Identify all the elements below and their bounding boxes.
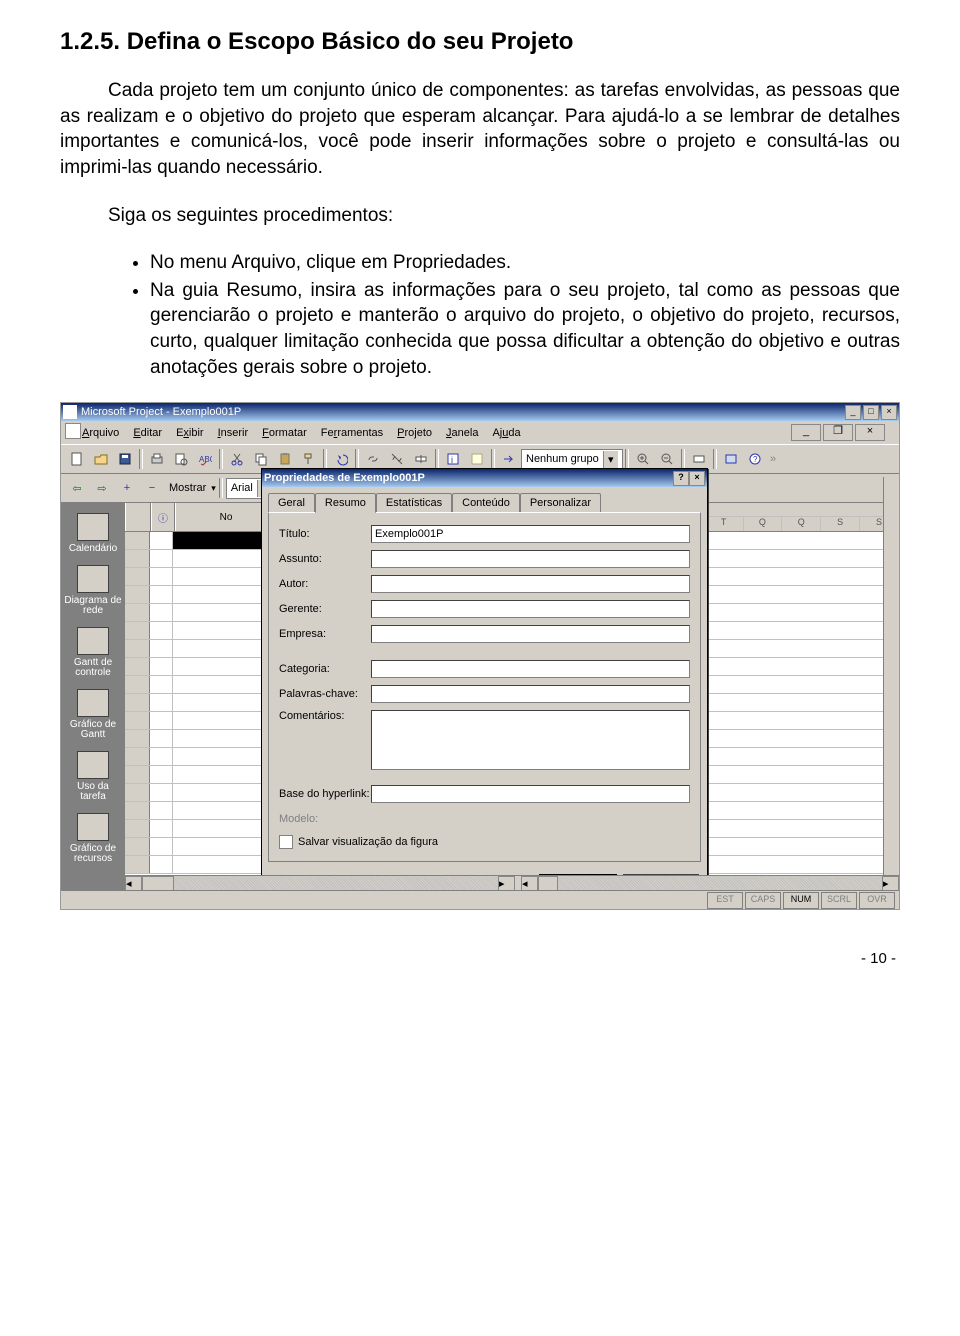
app-title: Microsoft Project - Exemplo001P <box>81 406 845 418</box>
input-empresa[interactable] <box>371 625 690 643</box>
label-assunto: Assunto: <box>279 553 371 565</box>
bullet-2: Na guia Resumo, insira as informações pa… <box>150 278 900 381</box>
label-empresa: Empresa: <box>279 628 371 640</box>
show-subtasks-icon[interactable]: + <box>115 477 139 500</box>
input-comentarios[interactable] <box>371 710 690 770</box>
dialog-title: Propriedades de Exemplo001P <box>264 472 425 484</box>
input-modelo <box>371 810 690 828</box>
view-ganttcontrole[interactable]: Gantt de controle <box>64 623 122 683</box>
help-icon[interactable]: ? <box>743 448 767 471</box>
paragraph-intro: Cada projeto tem um conjunto único de co… <box>60 78 900 181</box>
input-assunto[interactable] <box>371 550 690 568</box>
menu-ajuda[interactable]: Ajuda <box>485 426 527 440</box>
maximize-button[interactable]: □ <box>863 405 879 420</box>
tab-geral[interactable]: Geral <box>268 493 315 512</box>
app-icon <box>63 405 77 419</box>
label-autor: Autor: <box>279 578 371 590</box>
doc-minimize-button[interactable]: _ <box>791 424 821 441</box>
view-diagrama[interactable]: Diagrama de rede <box>64 561 122 621</box>
bullet-1: No menu Arquivo, clique em Propriedades. <box>150 250 900 276</box>
section-heading: 1.2.5. Defina o Escopo Básico do seu Pro… <box>60 28 900 56</box>
page-number: - 10 - <box>60 950 900 967</box>
doc-close-button[interactable]: × <box>855 424 885 441</box>
label-gerente: Gerente: <box>279 603 371 615</box>
tab-personalizar[interactable]: Personalizar <box>520 493 601 512</box>
label-modelo: Modelo: <box>279 813 371 825</box>
tab-resumo[interactable]: Resumo <box>315 493 376 513</box>
dialog-tabs: Geral Resumo Estatísticas Conteúdo Perso… <box>262 487 707 512</box>
vertical-scrollbar[interactable] <box>883 477 899 876</box>
dialog-close-button[interactable]: × <box>689 471 705 486</box>
label-categoria: Categoria: <box>279 663 371 675</box>
status-ovr: OVR <box>859 892 895 909</box>
close-button[interactable]: × <box>881 405 897 420</box>
input-categoria[interactable] <box>371 660 690 678</box>
menu-janela[interactable]: Janela <box>439 426 485 440</box>
screenshot-msproject: Microsoft Project - Exemplo001P _ □ × Ar… <box>60 402 900 910</box>
spellcheck-icon[interactable]: ABC <box>193 448 217 471</box>
status-scrl: SCRL <box>821 892 857 909</box>
outdent-left-icon[interactable]: ⇦ <box>65 477 89 500</box>
view-calendario[interactable]: Calendário <box>64 509 122 559</box>
checkbox-salvar[interactable]: Salvar visualização da figura <box>279 835 690 849</box>
copy-picture-icon[interactable] <box>719 448 743 471</box>
horizontal-scrollbar[interactable]: ◂▸ ◂▸ <box>125 875 899 891</box>
svg-text:?: ? <box>753 455 758 464</box>
dialog-titlebar: Propriedades de Exemplo001P ? × <box>262 469 707 487</box>
menu-exibir[interactable]: Exibir <box>169 426 211 440</box>
label-hyperlink: Base do hyperlink: <box>279 788 371 800</box>
save-icon[interactable] <box>113 448 137 471</box>
menu-bar: Arquivo Editar Exibir Inserir Formatar F… <box>61 421 899 444</box>
print-icon[interactable] <box>145 448 169 471</box>
indicator-icon: ⓘ <box>158 510 168 525</box>
show-label: Mostrar <box>165 482 210 494</box>
chevron-down-icon: ▾ <box>603 451 618 468</box>
document-icon <box>65 423 81 439</box>
preview-icon[interactable] <box>169 448 193 471</box>
group-combo-value: Nenhum grupo <box>526 453 599 465</box>
toolbar-overflow-icon[interactable]: » <box>770 453 776 465</box>
status-num: NUM <box>783 892 819 909</box>
tab-estatisticas[interactable]: Estatísticas <box>376 493 452 512</box>
indent-right-icon[interactable]: ⇨ <box>90 477 114 500</box>
menu-inserir[interactable]: Inserir <box>211 426 256 440</box>
input-hyperlink[interactable] <box>371 785 690 803</box>
paragraph-steps: Siga os seguintes procedimentos: <box>60 203 900 229</box>
menu-formatar[interactable]: Formatar <box>255 426 314 440</box>
svg-text:i: i <box>451 455 453 465</box>
hide-subtasks-icon[interactable]: − <box>140 477 164 500</box>
menu-projeto[interactable]: Projeto <box>390 426 439 440</box>
input-gerente[interactable] <box>371 600 690 618</box>
view-recursos[interactable]: Gráfico de recursos <box>64 809 122 869</box>
menu-arquivo[interactable]: Arquivo <box>75 426 126 440</box>
input-palavras[interactable] <box>371 685 690 703</box>
dialog-help-button[interactable]: ? <box>673 471 689 486</box>
open-icon[interactable] <box>89 448 113 471</box>
tab-conteudo[interactable]: Conteúdo <box>452 493 520 512</box>
status-caps: CAPS <box>745 892 781 909</box>
minimize-button[interactable]: _ <box>845 405 861 420</box>
label-comentarios: Comentários: <box>279 710 371 722</box>
doc-restore-button[interactable]: ❐ <box>823 424 853 441</box>
input-autor[interactable] <box>371 575 690 593</box>
status-est: EST <box>707 892 743 909</box>
app-titlebar: Microsoft Project - Exemplo001P _ □ × <box>61 403 899 421</box>
view-gantt[interactable]: Gráfico de Gantt <box>64 685 122 745</box>
properties-dialog: Propriedades de Exemplo001P ? × Geral Re… <box>261 468 708 909</box>
menu-ferramentas[interactable]: Ferramentas <box>314 426 390 440</box>
view-usotarefa[interactable]: Uso da tarefa <box>64 747 122 807</box>
view-bar: Calendário Diagrama de rede Gantt de con… <box>61 503 125 903</box>
menu-editar[interactable]: Editar <box>126 426 169 440</box>
chevron-down-icon[interactable]: ▾ <box>211 483 216 494</box>
input-titulo[interactable] <box>371 525 690 543</box>
status-bar: EST CAPS NUM SCRL OVR <box>61 890 899 909</box>
label-palavras: Palavras-chave: <box>279 688 371 700</box>
label-titulo: Título: <box>279 528 371 540</box>
group-combo[interactable]: Nenhum grupo ▾ <box>521 449 623 470</box>
cut-icon[interactable] <box>225 448 249 471</box>
new-icon[interactable] <box>65 448 89 471</box>
